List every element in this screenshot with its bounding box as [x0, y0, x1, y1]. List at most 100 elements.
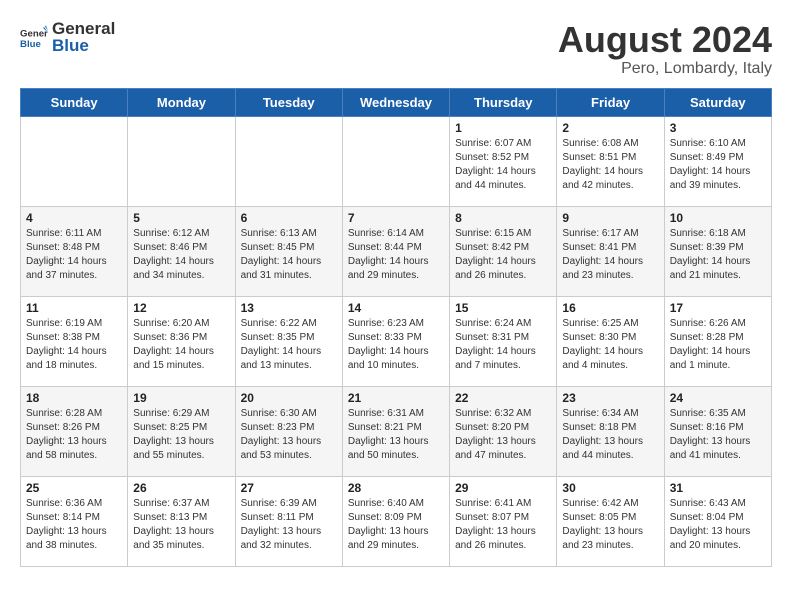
header-cell-saturday: Saturday [664, 88, 771, 116]
day-number: 13 [241, 301, 337, 315]
day-number: 11 [26, 301, 122, 315]
day-info: Sunrise: 6:18 AM Sunset: 8:39 PM Dayligh… [670, 227, 766, 283]
day-info: Sunrise: 6:41 AM Sunset: 8:07 PM Dayligh… [455, 497, 551, 553]
day-number: 14 [348, 301, 444, 315]
day-number: 8 [455, 211, 551, 225]
day-info: Sunrise: 6:37 AM Sunset: 8:13 PM Dayligh… [133, 497, 229, 553]
page-header: General Blue General Blue August 2024 Pe… [20, 20, 772, 78]
day-cell: 14Sunrise: 6:23 AM Sunset: 8:33 PM Dayli… [342, 296, 449, 386]
day-cell: 2Sunrise: 6:08 AM Sunset: 8:51 PM Daylig… [557, 116, 664, 206]
day-info: Sunrise: 6:20 AM Sunset: 8:36 PM Dayligh… [133, 317, 229, 373]
day-cell: 7 Sunrise: 6:14 AM Sunset: 8:44 PM Daylig… [342, 206, 449, 296]
day-cell: 19 Sunrise: 6:29 AM Sunset: 8:25 PM Dayli… [128, 386, 235, 476]
day-number: 7 [348, 211, 444, 225]
week-row-3: 11 Sunrise: 6:19 AM Sunset: 8:38 PM Dayli… [21, 296, 772, 386]
day-number: 28 [348, 481, 444, 495]
day-cell: 25Sunrise: 6:36 AM Sunset: 8:14 PM Dayli… [21, 476, 128, 566]
day-info: Sunrise: 6:10 AM Sunset: 8:49 PM Dayligh… [670, 137, 766, 193]
day-number: 4 [26, 211, 122, 225]
day-info: Sunrise: 6:12 AM Sunset: 8:46 PM Dayligh… [133, 227, 229, 283]
day-info: Sunrise: 6:11 AM Sunset: 8:48 PM Dayligh… [26, 227, 122, 283]
day-info: Sunrise: 6:24 AM Sunset: 8:31 PM Dayligh… [455, 317, 551, 373]
day-number: 1 [455, 121, 551, 135]
day-cell [342, 116, 449, 206]
day-number: 18 [26, 391, 122, 405]
day-cell: 23 Sunrise: 6:34 AM Sunset: 8:18 PM Dayli… [557, 386, 664, 476]
day-info: Sunrise: 6:39 AM Sunset: 8:11 PM Dayligh… [241, 497, 337, 553]
title-block: August 2024 Pero, Lombardy, Italy [558, 20, 772, 78]
day-cell: 30 Sunrise: 6:42 AM Sunset: 8:05 PM Dayli… [557, 476, 664, 566]
day-cell: 6 Sunrise: 6:13 AM Sunset: 8:45 PM Daylig… [235, 206, 342, 296]
day-cell: 1 Sunrise: 6:07 AM Sunset: 8:52 PM Daylig… [450, 116, 557, 206]
day-info: Sunrise: 6:07 AM Sunset: 8:52 PM Dayligh… [455, 137, 551, 193]
day-cell: 20Sunrise: 6:30 AM Sunset: 8:23 PM Dayli… [235, 386, 342, 476]
day-info: Sunrise: 6:43 AM Sunset: 8:04 PM Dayligh… [670, 497, 766, 553]
day-cell [128, 116, 235, 206]
day-number: 19 [133, 391, 229, 405]
day-cell: 18Sunrise: 6:28 AM Sunset: 8:26 PM Dayli… [21, 386, 128, 476]
day-number: 16 [562, 301, 658, 315]
week-row-5: 25Sunrise: 6:36 AM Sunset: 8:14 PM Dayli… [21, 476, 772, 566]
day-info: Sunrise: 6:13 AM Sunset: 8:45 PM Dayligh… [241, 227, 337, 283]
day-info: Sunrise: 6:36 AM Sunset: 8:14 PM Dayligh… [26, 497, 122, 553]
day-cell: 21 Sunrise: 6:31 AM Sunset: 8:21 PM Dayli… [342, 386, 449, 476]
day-cell: 31 Sunrise: 6:43 AM Sunset: 8:04 PM Dayli… [664, 476, 771, 566]
header-cell-monday: Monday [128, 88, 235, 116]
day-number: 9 [562, 211, 658, 225]
day-number: 30 [562, 481, 658, 495]
day-number: 29 [455, 481, 551, 495]
calendar-table: SundayMondayTuesdayWednesdayThursdayFrid… [20, 88, 772, 567]
day-info: Sunrise: 6:31 AM Sunset: 8:21 PM Dayligh… [348, 407, 444, 463]
day-cell: 15 Sunrise: 6:24 AM Sunset: 8:31 PM Dayli… [450, 296, 557, 386]
logo-blue-text: Blue [52, 37, 115, 56]
day-cell: 5Sunrise: 6:12 AM Sunset: 8:46 PM Daylig… [128, 206, 235, 296]
day-cell: 13 Sunrise: 6:22 AM Sunset: 8:35 PM Dayli… [235, 296, 342, 386]
week-row-4: 18Sunrise: 6:28 AM Sunset: 8:26 PM Dayli… [21, 386, 772, 476]
day-number: 17 [670, 301, 766, 315]
day-cell [21, 116, 128, 206]
day-number: 31 [670, 481, 766, 495]
day-number: 12 [133, 301, 229, 315]
day-number: 20 [241, 391, 337, 405]
day-cell: 10Sunrise: 6:18 AM Sunset: 8:39 PM Dayli… [664, 206, 771, 296]
day-number: 6 [241, 211, 337, 225]
svg-text:General: General [20, 28, 48, 39]
logo-icon: General Blue [20, 24, 48, 52]
logo: General Blue General Blue [20, 20, 115, 55]
day-number: 21 [348, 391, 444, 405]
day-cell: 4 Sunrise: 6:11 AM Sunset: 8:48 PM Daylig… [21, 206, 128, 296]
day-cell: 3Sunrise: 6:10 AM Sunset: 8:49 PM Daylig… [664, 116, 771, 206]
week-row-2: 4 Sunrise: 6:11 AM Sunset: 8:48 PM Daylig… [21, 206, 772, 296]
header-row: SundayMondayTuesdayWednesdayThursdayFrid… [21, 88, 772, 116]
day-info: Sunrise: 6:19 AM Sunset: 8:38 PM Dayligh… [26, 317, 122, 373]
day-number: 27 [241, 481, 337, 495]
header-cell-thursday: Thursday [450, 88, 557, 116]
day-info: Sunrise: 6:32 AM Sunset: 8:20 PM Dayligh… [455, 407, 551, 463]
day-info: Sunrise: 6:40 AM Sunset: 8:09 PM Dayligh… [348, 497, 444, 553]
day-cell: 16Sunrise: 6:25 AM Sunset: 8:30 PM Dayli… [557, 296, 664, 386]
day-number: 23 [562, 391, 658, 405]
day-info: Sunrise: 6:14 AM Sunset: 8:44 PM Dayligh… [348, 227, 444, 283]
day-cell: 27 Sunrise: 6:39 AM Sunset: 8:11 PM Dayli… [235, 476, 342, 566]
day-cell: 24Sunrise: 6:35 AM Sunset: 8:16 PM Dayli… [664, 386, 771, 476]
header-cell-wednesday: Wednesday [342, 88, 449, 116]
day-cell: 11 Sunrise: 6:19 AM Sunset: 8:38 PM Dayli… [21, 296, 128, 386]
header-cell-tuesday: Tuesday [235, 88, 342, 116]
day-cell: 12 Sunrise: 6:20 AM Sunset: 8:36 PM Dayli… [128, 296, 235, 386]
day-cell: 9Sunrise: 6:17 AM Sunset: 8:41 PM Daylig… [557, 206, 664, 296]
calendar-header: SundayMondayTuesdayWednesdayThursdayFrid… [21, 88, 772, 116]
header-cell-sunday: Sunday [21, 88, 128, 116]
day-number: 24 [670, 391, 766, 405]
day-cell: 26 Sunrise: 6:37 AM Sunset: 8:13 PM Dayli… [128, 476, 235, 566]
day-info: Sunrise: 6:29 AM Sunset: 8:25 PM Dayligh… [133, 407, 229, 463]
day-info: Sunrise: 6:42 AM Sunset: 8:05 PM Dayligh… [562, 497, 658, 553]
location-subtitle: Pero, Lombardy, Italy [558, 60, 772, 78]
day-info: Sunrise: 6:22 AM Sunset: 8:35 PM Dayligh… [241, 317, 337, 373]
day-number: 15 [455, 301, 551, 315]
day-info: Sunrise: 6:08 AM Sunset: 8:51 PM Dayligh… [562, 137, 658, 193]
day-cell: 22Sunrise: 6:32 AM Sunset: 8:20 PM Dayli… [450, 386, 557, 476]
day-cell [235, 116, 342, 206]
day-number: 26 [133, 481, 229, 495]
day-info: Sunrise: 6:34 AM Sunset: 8:18 PM Dayligh… [562, 407, 658, 463]
day-info: Sunrise: 6:26 AM Sunset: 8:28 PM Dayligh… [670, 317, 766, 373]
